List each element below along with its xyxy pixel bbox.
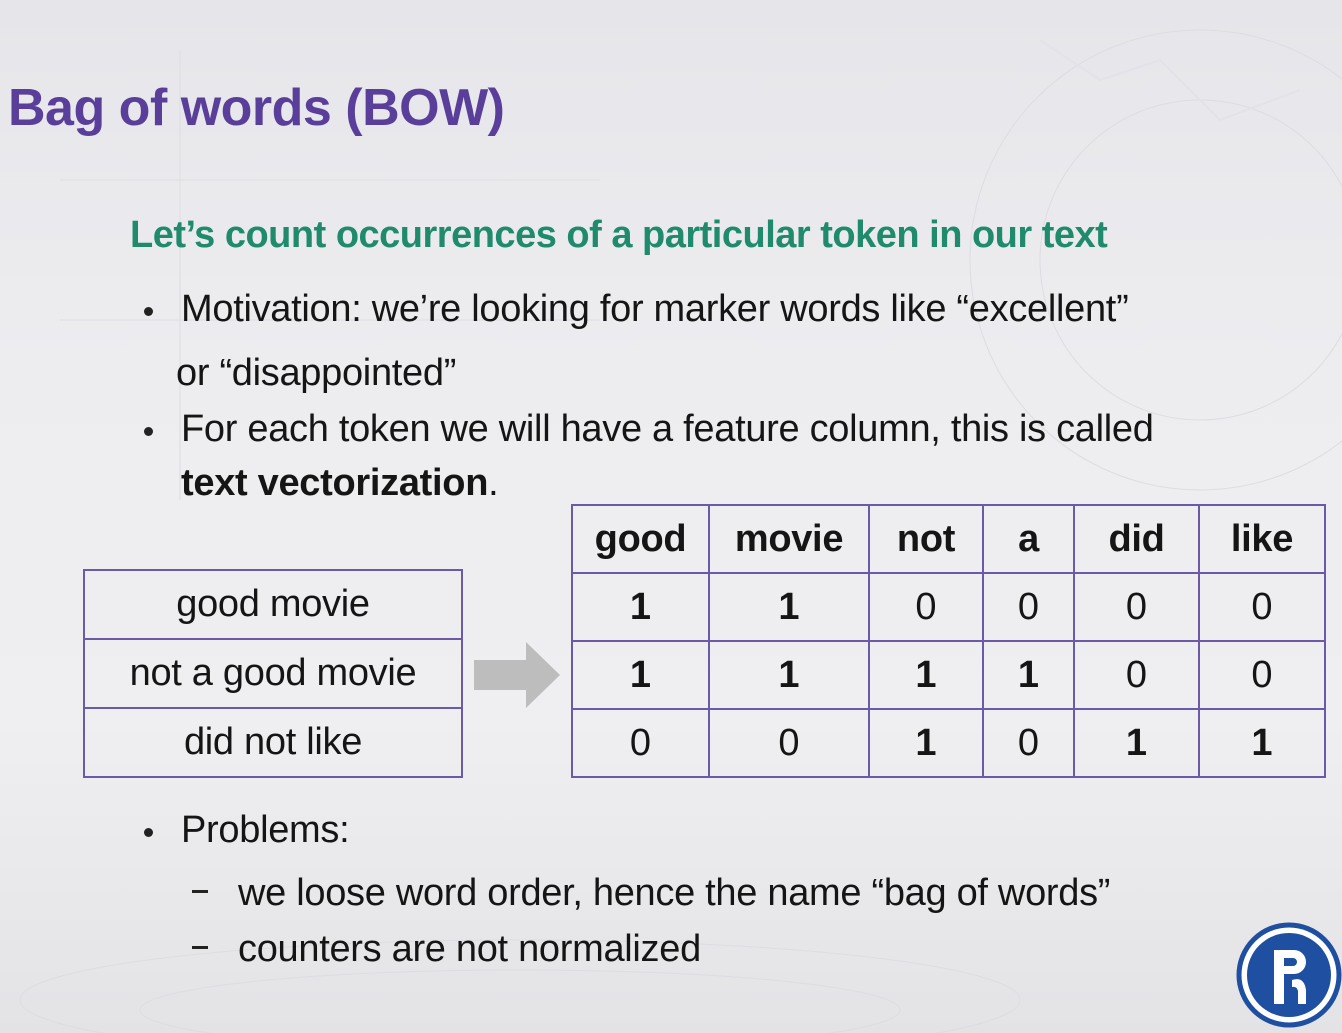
count-cell: 0 [571, 708, 710, 778]
count-cell: 0 [1198, 640, 1326, 710]
period: . [488, 462, 499, 504]
bullet-problems: Problems: [181, 809, 350, 851]
table-row: not a good movie [83, 638, 463, 709]
count-cell: 0 [982, 708, 1075, 778]
vector-table: good movie not a did like 1 1 0 0 0 0 1 … [571, 504, 1326, 778]
text-cell: did not like [83, 707, 463, 778]
count-cell: 1 [708, 572, 870, 642]
count-cell: 0 [1073, 640, 1200, 710]
hse-logo-icon [1236, 922, 1342, 1028]
text-cell: not a good movie [83, 638, 463, 709]
bullet-motivation-line2: or “disappointed” [176, 352, 457, 394]
slide-title: Bag of words (BOW) [8, 79, 505, 137]
arrow-right-icon [474, 642, 560, 708]
table-row: 1 1 0 0 0 0 [571, 572, 1326, 642]
table-row: 0 0 1 0 1 1 [571, 708, 1326, 778]
count-cell: 1 [708, 640, 870, 710]
column-header: a [982, 504, 1075, 574]
count-cell: 0 [1073, 572, 1200, 642]
column-header: good [571, 504, 710, 574]
count-cell: 0 [982, 572, 1075, 642]
count-cell: 0 [1198, 572, 1326, 642]
count-cell: 1 [1073, 708, 1200, 778]
problem-word-order: we loose word order, hence the name “bag… [238, 872, 1111, 914]
bullet-motivation-line1: Motivation: we’re looking for marker wor… [181, 288, 1129, 330]
source-texts-table: good movie not a good movie did not like [83, 569, 463, 778]
text-cell: good movie [83, 569, 463, 640]
bullet-vectorization-line1: For each token we will have a feature co… [181, 408, 1154, 450]
count-cell: 1 [1198, 708, 1326, 778]
count-cell: 1 [868, 640, 984, 710]
column-header: not [868, 504, 984, 574]
bullet-dot [144, 828, 153, 837]
column-header: movie [708, 504, 870, 574]
column-header: like [1198, 504, 1326, 574]
slide-subtitle: Let’s count occurrences of a particular … [130, 214, 1108, 256]
problem-normalization: counters are not normalized [238, 928, 701, 970]
count-cell: 0 [868, 572, 984, 642]
table-row: did not like [83, 707, 463, 778]
count-cell: 0 [708, 708, 870, 778]
column-header: did [1073, 504, 1200, 574]
count-cell: 1 [571, 572, 710, 642]
bold-term: text vectorization [181, 462, 489, 504]
bullet-dot [144, 307, 153, 316]
count-cell: 1 [571, 640, 710, 710]
table-row: 1 1 1 1 0 0 [571, 640, 1326, 710]
bullet-dot [144, 427, 153, 436]
count-cell: 1 [982, 640, 1075, 710]
header-row: good movie not a did like [571, 504, 1326, 574]
table-row: good movie [83, 569, 463, 640]
bullet-vectorization-line2: text vectorization. [181, 462, 499, 505]
count-cell: 1 [868, 708, 984, 778]
dash-marker [192, 946, 208, 949]
dash-marker [192, 890, 208, 893]
